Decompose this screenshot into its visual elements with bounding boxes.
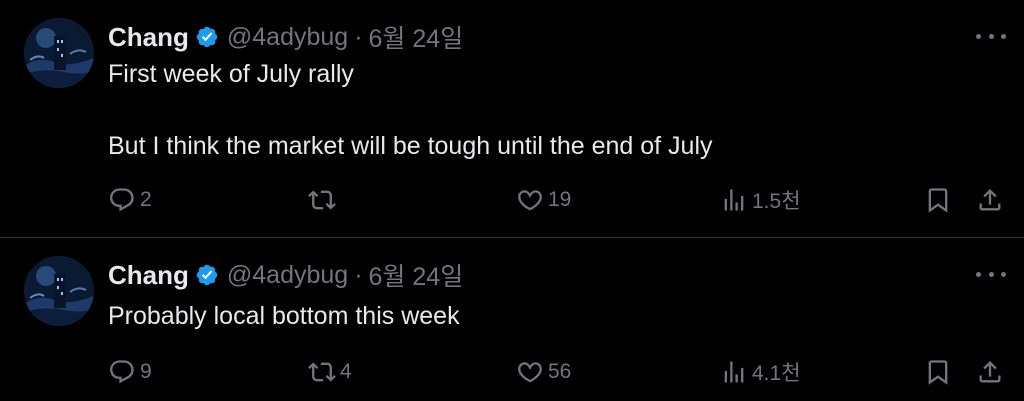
heart-icon — [518, 362, 542, 383]
avatar[interactable] — [24, 18, 94, 88]
like-button[interactable]: 19 — [516, 180, 571, 220]
views-chart-icon — [724, 361, 744, 383]
tweet-actions: 2 19 1.5천 — [108, 180, 1006, 220]
reply-icon — [110, 360, 134, 384]
author-handle[interactable]: @4adybug — [227, 261, 348, 290]
retweet-count: 4 — [340, 360, 352, 383]
views-count: 1.5천 — [752, 190, 801, 213]
reply-button[interactable]: 2 — [108, 180, 152, 220]
author-name[interactable]: Chang — [108, 22, 189, 53]
reply-count: 2 — [140, 188, 152, 211]
tweet-date[interactable]: 6월 24일 — [369, 257, 464, 293]
retweet-button[interactable] — [308, 180, 340, 220]
share-button[interactable] — [976, 352, 1004, 392]
views-button[interactable]: 1.5천 — [720, 180, 801, 220]
author-name[interactable]: Chang — [108, 260, 189, 291]
more-options-icon[interactable] — [976, 26, 1006, 46]
views-button[interactable]: 4.1천 — [720, 352, 801, 392]
like-count: 56 — [548, 360, 572, 383]
tweet[interactable]: Chang @4adybug · 6월 24일 First week of Ju… — [0, 0, 1024, 238]
heart-icon — [518, 190, 542, 211]
like-button[interactable]: 56 — [516, 352, 571, 392]
avatar-image — [24, 256, 94, 326]
tweet-text: Probably local bottom this week — [108, 302, 460, 330]
retweet-button[interactable]: 4 — [308, 352, 352, 392]
reply-button[interactable]: 9 — [108, 352, 152, 392]
reply-icon — [110, 188, 134, 212]
separator-dot: · — [354, 22, 363, 51]
timeline-feed: Chang @4adybug · 6월 24일 First week of Ju… — [0, 0, 1024, 401]
share-icon — [979, 361, 1001, 383]
author-handle[interactable]: @4adybug — [227, 23, 348, 52]
views-count: 4.1천 — [752, 362, 801, 385]
tweet-text: First week of July rally But I think the… — [108, 60, 713, 160]
share-button[interactable] — [976, 180, 1004, 220]
like-count: 19 — [548, 188, 572, 211]
verified-badge-icon — [195, 263, 219, 287]
bookmark-icon — [928, 188, 948, 213]
bookmark-icon — [928, 360, 948, 385]
avatar-image — [24, 18, 94, 88]
views-chart-icon — [724, 189, 744, 211]
reply-count: 9 — [140, 360, 152, 383]
tweet-actions: 9 4 56 4.1천 — [108, 352, 1006, 392]
tweet[interactable]: Chang @4adybug · 6월 24일 Probably local b… — [0, 238, 1024, 401]
verified-badge-icon — [195, 25, 219, 49]
more-options-icon[interactable] — [976, 264, 1006, 284]
separator-dot: · — [354, 260, 363, 289]
tweet-date[interactable]: 6월 24일 — [369, 19, 464, 55]
tweet-header: Chang @4adybug · 6월 24일 — [108, 20, 463, 54]
retweet-icon — [308, 190, 336, 210]
bookmark-button[interactable] — [924, 180, 952, 220]
avatar[interactable] — [24, 256, 94, 326]
retweet-icon — [308, 362, 336, 382]
tweet-header: Chang @4adybug · 6월 24일 — [108, 258, 463, 292]
share-icon — [979, 189, 1001, 211]
bookmark-button[interactable] — [924, 352, 952, 392]
